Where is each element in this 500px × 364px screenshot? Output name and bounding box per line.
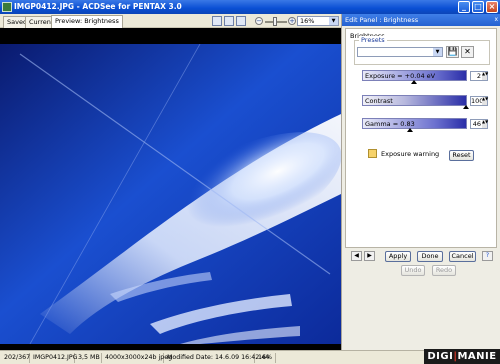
single-view-icon[interactable] [212, 16, 222, 26]
exposure-slider-marker[interactable] [411, 80, 417, 84]
split-view-icon[interactable] [224, 16, 234, 26]
exposure-slider-row: Exposure = +0.04 eV 2 ▲▼ [362, 70, 488, 85]
save-preset-icon[interactable]: 💾 [446, 46, 459, 58]
compare-view-icon[interactable] [236, 16, 246, 26]
gamma-slider-marker[interactable] [407, 128, 413, 132]
zoom-slider-thumb[interactable] [273, 17, 277, 26]
exposure-value: 2 [476, 72, 481, 80]
zoom-value: 16% [300, 17, 315, 25]
contrast-slider-row: Contrast 100 ▲▼ [362, 95, 488, 110]
minimize-button[interactable]: _ [458, 1, 470, 13]
zoom-dropdown[interactable]: 16% ▼ [297, 16, 339, 26]
status-position: 202/367 [4, 353, 31, 363]
edit-panel-title: Edit Panel : Brightness [345, 16, 419, 24]
spin-arrows-icon[interactable]: ▲▼ [482, 97, 488, 105]
cancel-button[interactable]: Cancel [449, 251, 476, 262]
gamma-spinbox[interactable]: 46 ▲▼ [470, 119, 488, 129]
contrast-slider[interactable]: Contrast [362, 95, 467, 106]
window-title: IMGP0412.JPG - ACDSee for PENTAX 3.0 [14, 2, 182, 11]
watermark-logo: DIGI|MANIE [424, 349, 500, 364]
exposure-spinbox[interactable]: 2 ▲▼ [470, 71, 488, 81]
delete-preset-icon[interactable]: ✕ [461, 46, 474, 58]
sky-photo [0, 44, 341, 344]
redo-button[interactable]: Redo [432, 265, 456, 276]
undo-button[interactable]: Undo [401, 265, 425, 276]
tab-preview-brightness[interactable]: Preview: Brightness [51, 15, 123, 28]
status-filesize: 3,5 MB [76, 353, 102, 363]
reset-button[interactable]: Reset [449, 150, 474, 161]
panel-close-icon[interactable]: x [494, 16, 498, 24]
maximize-button[interactable]: □ [472, 1, 484, 13]
spin-arrows-icon[interactable]: ▲▼ [482, 120, 488, 128]
edit-panel: Edit Panel : Brightness x Brightness Pre… [341, 14, 500, 350]
zoom-in-icon[interactable]: + [288, 17, 296, 25]
close-button[interactable]: × [486, 1, 498, 13]
viewer-toolbar: Saved Current Preview: Brightness − + 16… [0, 14, 341, 28]
exposure-warning-icon [368, 149, 377, 158]
presets-dropdown[interactable]: ▼ [357, 47, 443, 57]
spin-arrows-icon[interactable]: ▲▼ [482, 72, 488, 80]
apply-button[interactable]: Apply [385, 251, 411, 262]
history-forward-icon[interactable]: ▶ [364, 251, 375, 261]
help-icon[interactable]: ? [482, 251, 493, 261]
watermark-left: DIGI [427, 351, 454, 362]
window-titlebar: IMGP0412.JPG - ACDSee for PENTAX 3.0 _ □… [0, 0, 500, 14]
chevron-down-icon: ▼ [433, 48, 442, 56]
exposure-warning-label: Exposure warning [381, 150, 440, 158]
image-viewer[interactable] [0, 28, 341, 350]
presets-label: Presets [359, 36, 387, 44]
contrast-spinbox[interactable]: 100 ▲▼ [470, 96, 488, 106]
status-modified: Modified Date: 14.6.09 16:42:44 [167, 353, 270, 363]
done-button[interactable]: Done [417, 251, 443, 262]
gamma-slider-row: Gamma = 0.83 46 ▲▼ [362, 118, 488, 133]
zoom-out-icon[interactable]: − [255, 17, 263, 25]
contrast-slider-marker[interactable] [463, 105, 469, 109]
acdsee-app-icon [2, 2, 12, 12]
gamma-value: 46 [472, 120, 481, 128]
chevron-down-icon: ▼ [329, 17, 338, 25]
watermark-right: MANIE [457, 351, 497, 362]
status-dimensions: 4000x3000x24b jpeg [105, 353, 173, 363]
edit-panel-header: Edit Panel : Brightness x [342, 14, 500, 26]
status-filename: IMGP0412.JPG [33, 353, 78, 363]
status-zoom: 16% [256, 353, 276, 363]
gamma-slider[interactable]: Gamma = 0.83 [362, 118, 467, 129]
history-back-icon[interactable]: ◀ [351, 251, 362, 261]
